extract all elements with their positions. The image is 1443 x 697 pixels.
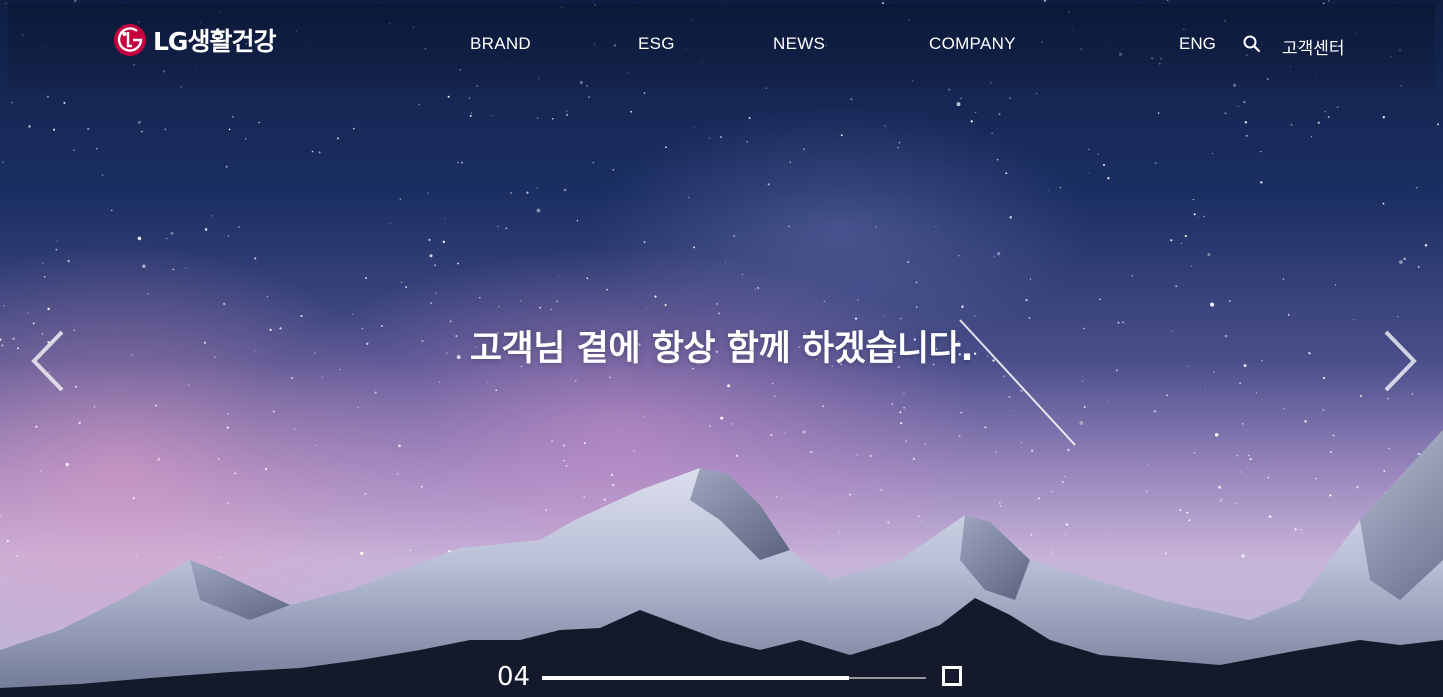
brand-logo-text: LG생활건강 bbox=[153, 27, 276, 56]
brand-logo[interactable]: LG생활건강 bbox=[113, 22, 276, 58]
slide-progress-fill bbox=[542, 676, 850, 680]
customer-center-link[interactable]: 고객센터 bbox=[1282, 34, 1345, 59]
nav-item-news[interactable]: NEWS bbox=[773, 34, 825, 54]
carousel-next-arrow-icon[interactable] bbox=[1380, 328, 1420, 394]
carousel-prev-arrow-icon[interactable] bbox=[28, 328, 68, 394]
slide-progress-bar bbox=[542, 676, 926, 680]
carousel-pause-button[interactable] bbox=[942, 666, 962, 686]
search-icon[interactable] bbox=[1242, 34, 1262, 54]
nav-item-brand[interactable]: BRAND bbox=[470, 34, 531, 54]
nav-item-company[interactable]: COMPANY bbox=[929, 34, 1016, 54]
slide-counter: 04 bbox=[497, 662, 531, 692]
hero-headline: 고객님 곁에 항상 함께 하겠습니다. bbox=[469, 329, 974, 369]
hero-slide: LG생활건강 BRAND ESG NEWS COMPANY ENG 고객센터 고… bbox=[0, 0, 1443, 697]
nav-item-esg[interactable]: ESG bbox=[638, 34, 675, 54]
language-switch-link[interactable]: ENG bbox=[1179, 34, 1216, 54]
lg-logo-icon bbox=[114, 24, 146, 56]
